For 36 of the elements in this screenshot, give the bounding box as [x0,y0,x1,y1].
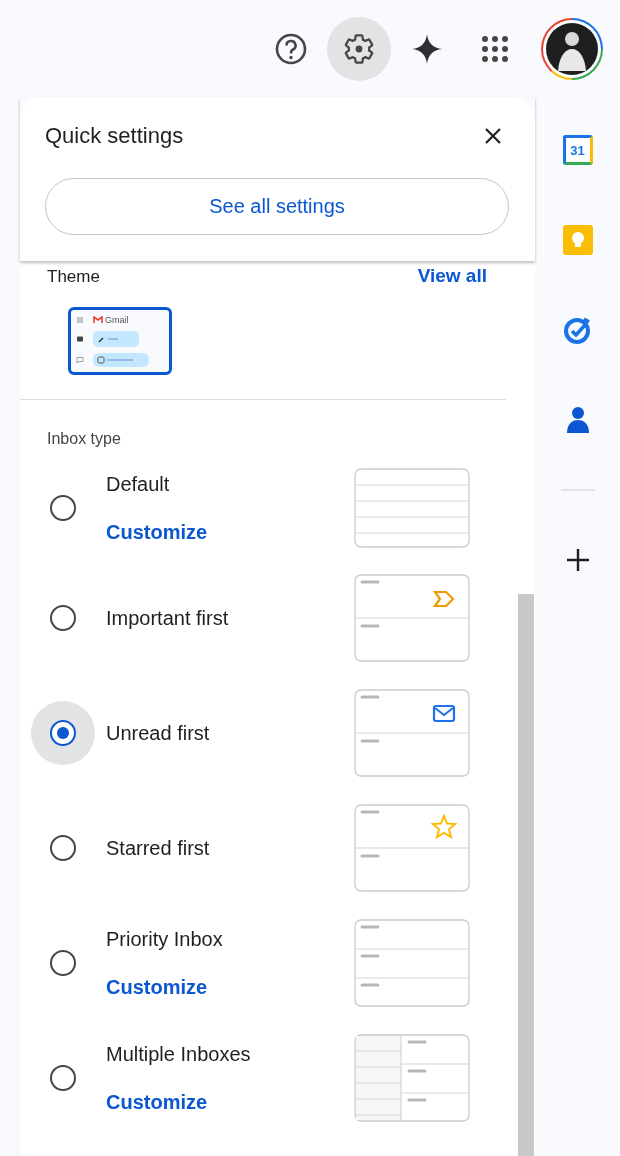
lightbulb-icon [561,224,594,256]
option-label[interactable]: Priority Inbox [106,925,354,952]
panel-title: Quick settings [45,122,184,150]
option-label[interactable]: Unread first [106,719,354,746]
option-label[interactable]: Multiple Inboxes [106,1040,354,1067]
option-label[interactable]: Default [106,471,354,497]
customize-link[interactable]: Customize [106,1088,354,1115]
section-label: Inbox type [46,429,122,448]
theme-thumbnail[interactable]: Gmail [68,307,172,375]
avatar-icon [543,19,601,78]
option-label[interactable]: Starred first [106,834,354,861]
mail-logo-icon [93,316,103,324]
chat-icon [75,356,85,364]
radio-button[interactable] [50,604,76,631]
option-label[interactable]: Important first [106,604,354,631]
apps-grid-icon [481,34,509,63]
settings-icon [342,31,376,66]
folder-pill-drawing [93,353,149,367]
radio-button[interactable] [50,1064,76,1091]
app-name: Gmail [105,315,129,325]
inbox-icon [75,335,85,343]
section-label: Theme [47,267,100,287]
compose-pill-drawing [93,331,139,347]
radio-button[interactable] [50,495,76,521]
customize-link[interactable]: Customize [106,519,354,545]
see-all-settings-button[interactable]: See all settings [45,178,509,235]
radio-button[interactable] [50,719,76,746]
close-icon [483,126,503,146]
plus-icon [565,548,590,572]
radio-button[interactable] [50,949,76,976]
customize-link[interactable]: Customize [106,973,354,1000]
scrollbar-thumb[interactable] [518,594,534,1156]
help-icon [274,31,308,66]
calendar-button[interactable]: 31 [553,126,602,174]
view-all-link[interactable]: View all [417,265,487,287]
radio-button[interactable] [50,834,76,861]
